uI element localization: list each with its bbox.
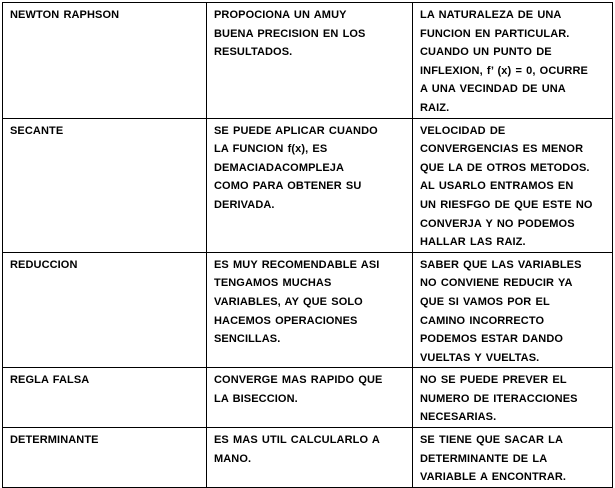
advantage-cell: CONVERGE MAS RAPIDO QUE LA BISECCION.: [206, 367, 413, 429]
method-name-cell: REDUCCION: [2, 251, 207, 369]
advantage-cell: ES MAS UTIL CALCULARLO A MANO.: [206, 427, 413, 488]
disadvantage-cell: VELOCIDAD DE CONVERGENCIAS ES MENOR QUE …: [412, 117, 613, 253]
table-row: REDUCCION ES MUY RECOMENDABLE ASI TENGAM…: [2, 251, 613, 369]
method-name-cell: NEWTON RAPHSON: [2, 2, 207, 119]
method-name-cell: DETERMINANTE: [2, 427, 207, 488]
method-name-cell: SECANTE: [2, 117, 207, 253]
advantage-cell: ES MUY RECOMENDABLE ASI TENGAMOS MUCHAS …: [206, 251, 413, 369]
advantage-cell: SE PUEDE APLICAR CUANDO LA FUNCION f(x),…: [206, 117, 413, 253]
table-row: REGLA FALSA CONVERGE MAS RAPIDO QUE LA B…: [2, 367, 613, 429]
disadvantage-cell: SABER QUE LAS VARIABLES NO CONVIENE REDU…: [412, 251, 613, 369]
methods-comparison-table: NEWTON RAPHSON PROPOCIONA UN AMUY BUENA …: [2, 2, 613, 488]
table-row: NEWTON RAPHSON PROPOCIONA UN AMUY BUENA …: [2, 2, 613, 119]
disadvantage-cell: NO SE PUEDE PREVER EL NUMERO DE ITERACCI…: [412, 367, 613, 429]
disadvantage-cell: SE TIENE QUE SACAR LA DETERMINANTE DE LA…: [412, 427, 613, 488]
table-row: SECANTE SE PUEDE APLICAR CUANDO LA FUNCI…: [2, 117, 613, 253]
advantage-cell: PROPOCIONA UN AMUY BUENA PRECISION EN LO…: [206, 2, 413, 119]
table-row: DETERMINANTE ES MAS UTIL CALCULARLO A MA…: [2, 427, 613, 488]
method-name-cell: REGLA FALSA: [2, 367, 207, 429]
disadvantage-cell: LA NATURALEZA DE UNA FUNCION EN PARTICUL…: [412, 2, 613, 119]
